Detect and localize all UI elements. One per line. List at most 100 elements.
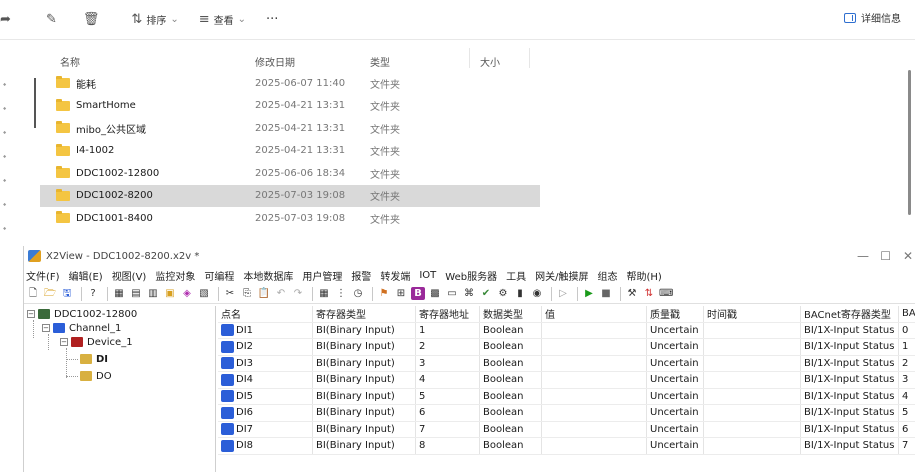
grid-column-header[interactable]: 寄存器类型 (313, 306, 416, 322)
tree-node-device[interactable]: − Device_1 (60, 335, 133, 349)
open-folder-icon[interactable]: 🗁 (43, 287, 57, 300)
table-row[interactable]: DI3 BI(Binary Input) 3 Boolean Uncertain BI/1… (218, 355, 915, 372)
menu-item[interactable]: IOT (419, 270, 436, 281)
filter-icon[interactable]: ⊞ (394, 287, 408, 300)
grid-cell (542, 405, 647, 421)
table-row[interactable]: DI2 BI(Binary Input) 2 Boolean Uncertain BI/1… (218, 339, 915, 356)
grid-column-header[interactable]: 时间戳 (704, 306, 801, 322)
table-row[interactable]: DI5 BI(Binary Input) 5 Boolean Uncertain BI/1… (218, 388, 915, 405)
menu-item[interactable]: 帮助(H) (626, 268, 661, 283)
table-row[interactable]: DI1 BI(Binary Input) 1 Boolean Uncertain BI/1… (218, 322, 915, 339)
save-icon[interactable]: 🖫 (60, 287, 74, 300)
view-button[interactable]: ≡ 查看 ⌄ (193, 6, 252, 34)
file-row[interactable]: SmartHome 2025-04-21 13:31 文件夹 (40, 95, 540, 118)
column-type[interactable]: 类型 (370, 47, 470, 69)
help-icon[interactable]: ? (86, 287, 100, 300)
transfer-icon[interactable]: ⇅ (642, 287, 656, 300)
b-icon[interactable]: B (411, 287, 425, 300)
grid-column-header[interactable]: 点名 (218, 306, 313, 322)
file-row[interactable]: DDC1002-8200 2025-07-03 19:08 文件夹 (40, 184, 540, 207)
check-icon[interactable]: ✔ (479, 287, 493, 300)
grid-column-header[interactable]: 数据类型 (480, 306, 542, 322)
tools-icon[interactable]: ⚒ (625, 287, 639, 300)
file-row[interactable]: mibo_公共区域 2025-04-21 13:31 文件夹 (40, 117, 540, 140)
list-icon[interactable]: ▥ (146, 287, 160, 300)
clock-icon[interactable]: ◷ (351, 287, 365, 300)
record-icon[interactable]: ◉ (530, 287, 544, 300)
undo-icon[interactable]: ↶ (274, 287, 288, 300)
rename-button[interactable]: ✎ (40, 6, 67, 34)
menu-item[interactable]: 转发端 (380, 268, 410, 283)
file-row[interactable]: I4-1002 2025-04-21 13:31 文件夹 (40, 140, 540, 163)
paste-icon[interactable]: 📋 (257, 287, 271, 300)
run-icon[interactable]: ▶ (582, 287, 596, 300)
table-row[interactable]: DI6 BI(Binary Input) 6 Boolean Uncertain BI/1… (218, 405, 915, 422)
tree-node-do[interactable]: DO (80, 369, 112, 383)
copy-icon[interactable]: ⎘ (240, 287, 254, 300)
grid-cell: Uncertain (647, 355, 704, 371)
monitor-icon[interactable]: ▩ (428, 287, 442, 300)
menu-item[interactable]: 编辑(E) (69, 268, 103, 283)
redo-icon[interactable]: ↷ (291, 287, 305, 300)
network-icon[interactable]: ⌘ (462, 287, 476, 300)
stop-icon[interactable]: ■ (599, 287, 613, 300)
menu-item[interactable]: 工具 (506, 268, 526, 283)
column-name[interactable]: 名称 (40, 54, 255, 69)
tag-icon[interactable]: ⚑ (377, 287, 391, 300)
minimize-button[interactable]: — (857, 249, 869, 263)
menu-item[interactable]: 本地数据库 (243, 268, 293, 283)
cut-icon[interactable]: ✂ (223, 287, 237, 300)
tree-node-di[interactable]: DI (80, 352, 108, 366)
tree-node-root[interactable]: − DDC1002-12800 (27, 307, 137, 321)
table-icon[interactable]: ▦ (317, 287, 331, 300)
play-outline-icon[interactable]: ▷ (556, 287, 570, 300)
menu-item[interactable]: 组态 (597, 268, 617, 283)
grid-column-header[interactable]: 质量戳 (647, 306, 704, 322)
menu-item[interactable]: 视图(V) (112, 268, 147, 283)
maximize-button[interactable]: ☐ (880, 249, 891, 263)
column-size[interactable]: 大小 (470, 47, 530, 69)
table-row[interactable]: DI8 BI(Binary Input) 8 Boolean Uncertain BI/1… (218, 438, 915, 455)
collapse-icon[interactable]: − (42, 324, 50, 332)
table-row[interactable]: DI7 BI(Binary Input) 7 Boolean Uncertain BI/1… (218, 421, 915, 438)
chart-icon[interactable]: ▤ (129, 287, 143, 300)
details-button[interactable]: 详细信息 (844, 10, 901, 25)
grid-column-header[interactable]: BA (899, 306, 915, 322)
grid-cell: BI/1X-Input Status (801, 405, 899, 421)
column-date[interactable]: 修改日期 (255, 54, 370, 69)
screen-icon[interactable]: ▭ (445, 287, 459, 300)
menu-item[interactable]: 监控对象 (155, 268, 195, 283)
grid-icon[interactable]: ▦ (112, 287, 126, 300)
menu-item[interactable]: 文件(F) (26, 268, 60, 283)
tree-node-channel[interactable]: − Channel_1 (42, 321, 121, 335)
grid-column-header[interactable]: 值 (542, 306, 647, 322)
collapse-icon[interactable]: − (60, 338, 68, 346)
properties-icon[interactable]: ▧ (197, 287, 211, 300)
table-row[interactable]: DI4 BI(Binary Input) 4 Boolean Uncertain BI/1… (218, 372, 915, 389)
menu-item[interactable]: 用户管理 (302, 268, 342, 283)
bars-icon[interactable]: ▮ (513, 287, 527, 300)
file-row[interactable]: DDC1001-8400 2025-07-03 19:08 文件夹 (40, 207, 540, 230)
share-button[interactable]: ➦ (0, 6, 22, 34)
grid-column-header[interactable]: 寄存器地址 (416, 306, 480, 322)
database-icon[interactable]: ◈ (180, 287, 194, 300)
file-row[interactable]: 能耗 2025-06-07 11:40 文件夹 (40, 72, 540, 95)
grid-cell: 7 (899, 438, 915, 454)
keyboard-icon[interactable]: ⌨ (659, 287, 673, 300)
gear-icon[interactable]: ⚙ (496, 287, 510, 300)
menu-item[interactable]: Web服务器 (445, 268, 497, 283)
menu-item[interactable]: 报警 (351, 268, 371, 283)
delete-button[interactable]: 🗑 (77, 6, 110, 34)
grid-column-header[interactable]: BACnet寄存器类型 (801, 306, 899, 322)
more-button[interactable]: ··· (260, 6, 284, 34)
folder-icon[interactable]: ▣ (163, 287, 177, 300)
new-file-icon[interactable]: 🗋 (26, 287, 40, 300)
tree-icon[interactable]: ⋮ (334, 287, 348, 300)
close-button[interactable]: ✕ (903, 249, 913, 263)
collapse-icon[interactable]: − (27, 310, 35, 318)
sort-button[interactable]: ⇅ 排序 ⌄ (125, 6, 184, 34)
file-row[interactable]: DDC1002-12800 2025-06-06 18:34 文件夹 (40, 162, 540, 185)
menu-item[interactable]: 网关/触摸屏 (535, 268, 588, 283)
menu-item[interactable]: 可编程 (204, 268, 234, 283)
explorer-scrollbar[interactable] (908, 70, 911, 215)
